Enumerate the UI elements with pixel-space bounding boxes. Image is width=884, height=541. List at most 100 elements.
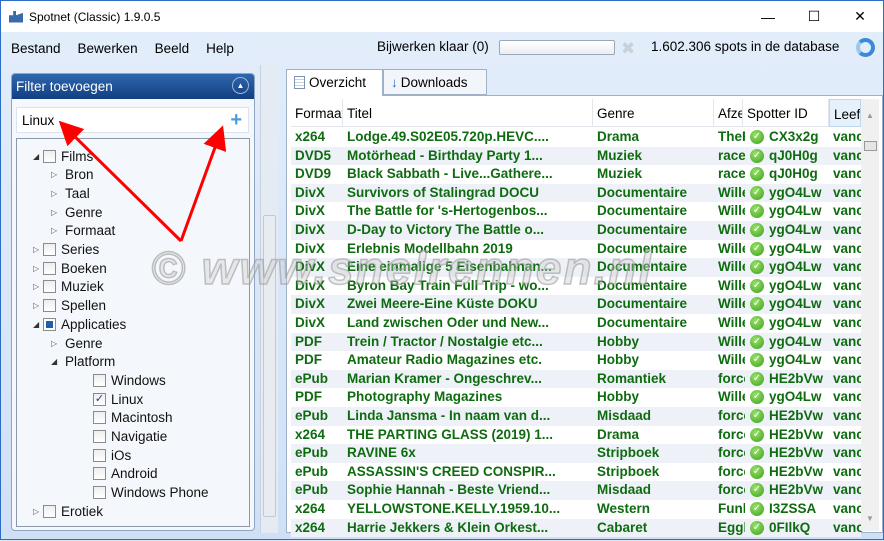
tree-checkbox[interactable] xyxy=(43,261,56,275)
maximize-button[interactable]: ☐ xyxy=(791,1,837,32)
table-row[interactable]: DivX Zwei Meere-Eine Küste DOKU Documentai… xyxy=(291,295,863,314)
expanded-triangle-icon[interactable]: ◢ xyxy=(51,357,61,366)
tree-checkbox[interactable] xyxy=(43,243,56,256)
menu-bestand[interactable]: Bestand xyxy=(1,41,68,56)
table-scrollbar[interactable]: ▲ ▼ xyxy=(861,99,879,531)
column-header-spotter-id[interactable]: Spotter ID xyxy=(743,99,829,127)
tree-item-taal[interactable]: ▷ Taal xyxy=(51,184,90,202)
tree-item-erotiek[interactable]: ▷ Erotiek xyxy=(33,502,103,520)
tree-checkbox[interactable]: ✓ xyxy=(93,392,106,406)
tree-item-formaat[interactable]: ▷ Formaat xyxy=(51,222,115,240)
tree-item-genre[interactable]: ▷ Genre xyxy=(51,334,103,352)
table-row[interactable]: DivX D-Day to Victory The Battle o... Docu… xyxy=(291,221,863,240)
tree-checkbox[interactable] xyxy=(43,149,56,163)
table-row[interactable]: x264 YELLOWSTONE.KELLY.1959.10... Western F… xyxy=(291,500,863,519)
tree-item-spellen[interactable]: ▷ Spellen xyxy=(33,297,106,315)
tree-item-macintosh[interactable]: Macintosh xyxy=(83,409,173,427)
minimize-button[interactable]: — xyxy=(745,1,791,32)
tree-item-navigatie[interactable]: Navigatie xyxy=(83,428,167,446)
collapsed-triangle-icon[interactable]: ▷ xyxy=(51,226,61,235)
expanded-triangle-icon[interactable]: ◢ xyxy=(33,320,43,329)
column-header-titel[interactable]: Titel xyxy=(343,99,593,127)
cell-sender: Wille xyxy=(718,296,745,312)
tab-overzicht[interactable]: Overzicht xyxy=(286,69,383,96)
cell-age: vanc xyxy=(833,315,863,330)
tree-item-films[interactable]: ◢ Films xyxy=(33,147,93,165)
collapse-icon[interactable]: ▲ xyxy=(232,77,249,94)
table-row[interactable]: PDF Trein / Tractor / Nostalgie etc... Hob… xyxy=(291,332,863,352)
scroll-up-icon[interactable]: ▲ xyxy=(866,111,874,120)
table-row[interactable]: x264 Lodge.49.S02E05.720p.HEVC.... Drama Th… xyxy=(291,128,863,147)
table-row[interactable]: ePub ASSASSIN'S CREED CONSPIR... Stripboek… xyxy=(291,463,863,482)
tree-item-muziek[interactable]: ▷ Muziek xyxy=(33,278,104,296)
collapsed-triangle-icon[interactable]: ▷ xyxy=(33,282,43,291)
tree-checkbox[interactable] xyxy=(93,430,106,443)
table-row[interactable]: ePub Marian Kramer - Ongeschrev... Romanti… xyxy=(291,369,863,389)
table-row[interactable]: DivX Land zwischen Oder und New... Documen… xyxy=(291,314,863,333)
table-row[interactable]: DivX Eine einmalige 5 Eisenbahnan... Docum… xyxy=(291,258,863,277)
tree-checkbox[interactable] xyxy=(43,299,56,313)
collapsed-triangle-icon[interactable]: ▷ xyxy=(51,189,61,198)
table-row[interactable]: DivX Erlebnis Modellbahn 2019 Documentaire… xyxy=(291,240,863,259)
column-header-genre[interactable]: Genre xyxy=(593,99,714,127)
table-row[interactable]: DivX Byron Bay Train Full Trip - wo... Doc… xyxy=(291,277,863,296)
collapsed-triangle-icon[interactable]: ▷ xyxy=(33,264,43,273)
scroll-down-icon[interactable]: ▼ xyxy=(866,514,874,523)
tree-item-linux[interactable]: ✓ Linux xyxy=(83,390,143,408)
add-filter-plus-icon[interactable]: + xyxy=(230,110,242,130)
tab-downloads[interactable]: ↓ Downloads xyxy=(383,69,487,95)
refresh-icon[interactable] xyxy=(856,38,875,57)
table-row[interactable]: DivX The Battle for 's-Hertogenbos... Docu… xyxy=(291,202,863,221)
tree-checkbox[interactable] xyxy=(93,448,106,462)
tree-checkbox[interactable] xyxy=(93,486,106,500)
tree-checkbox[interactable] xyxy=(43,280,56,294)
column-header-afzender[interactable]: Afzender xyxy=(714,99,743,127)
filter-input[interactable]: Linux + xyxy=(16,107,249,133)
tree-item-bron[interactable]: ▷ Bron xyxy=(51,166,94,184)
collapsed-triangle-icon[interactable]: ▷ xyxy=(33,507,43,516)
tree-item-windows[interactable]: Windows xyxy=(83,371,166,389)
cancel-update-icon[interactable]: ✖ xyxy=(621,39,635,59)
menu-help[interactable]: Help xyxy=(196,41,241,56)
expanded-triangle-icon[interactable]: ◢ xyxy=(33,152,43,161)
tree-item-android[interactable]: Android xyxy=(83,465,158,483)
tree-checkbox[interactable] xyxy=(93,373,106,387)
tree-item-windows-phone[interactable]: Windows Phone xyxy=(83,484,209,502)
table-row[interactable]: DVD5 Motörhead - Birthday Party 1... Muzie… xyxy=(291,146,863,166)
tree-item-genre[interactable]: ▷ Genre xyxy=(51,203,103,221)
column-header-formaat[interactable]: Formaat xyxy=(291,99,343,127)
table-row[interactable]: DivX Survivors of Stalingrad DOCU Document… xyxy=(291,183,863,203)
collapsed-triangle-icon[interactable]: ▷ xyxy=(51,170,61,179)
panel-scrollbar[interactable] xyxy=(260,65,278,533)
table-row[interactable]: x264 Harrie Jekkers & Klein Orkest... Caba… xyxy=(291,518,863,538)
column-header-leeftijd[interactable]: Leeftijd xyxy=(829,99,861,127)
tree-item-applicaties[interactable]: ◢ Applicaties xyxy=(33,315,126,333)
tree-checkbox[interactable] xyxy=(93,467,106,481)
collapsed-triangle-icon[interactable]: ▷ xyxy=(51,208,61,217)
table-row[interactable]: ePub RAVINE 6x Stripboek force HE2bVw vanc ✓ xyxy=(291,444,863,463)
collapsed-triangle-icon[interactable]: ▷ xyxy=(51,339,61,348)
collapsed-triangle-icon[interactable]: ▷ xyxy=(33,245,43,254)
cell-spotter-id: HE2bVw xyxy=(769,463,824,479)
cell-age: vanc xyxy=(833,426,863,442)
table-row[interactable]: PDF Photography Magazines Hobby Wille ygO4Lw… xyxy=(291,388,863,407)
table-row[interactable]: ePub Sophie Hannah - Beste Vriend... Misda… xyxy=(291,481,863,500)
tree-checkbox[interactable] xyxy=(93,411,106,425)
menu-bewerken[interactable]: Bewerken xyxy=(68,41,145,56)
tree-item-boeken[interactable]: ▷ Boeken xyxy=(33,259,107,277)
table-row[interactable]: ePub Linda Jansma - In naam van d... Misda… xyxy=(291,407,863,426)
tree-item-platform[interactable]: ◢ Platform xyxy=(51,353,115,371)
table-row[interactable]: PDF Amateur Radio Magazines etc. Hobby Will… xyxy=(291,351,863,370)
tree-item-label: Taal xyxy=(65,185,90,201)
table-row[interactable]: x264 THE PARTING GLASS (2019) 1... Drama fo… xyxy=(291,426,863,445)
scrollbar-thumb[interactable] xyxy=(864,141,877,151)
close-button[interactable]: ✕ xyxy=(837,1,883,32)
table-row[interactable]: DVD9 Black Sabbath - Live...Gathere... Muz… xyxy=(291,165,863,184)
menu-beeld[interactable]: Beeld xyxy=(145,41,197,56)
collapsed-triangle-icon[interactable]: ▷ xyxy=(33,301,43,310)
tree-item-series[interactable]: ▷ Series xyxy=(33,241,99,259)
tree-checkbox[interactable] xyxy=(43,317,56,331)
scrollbar-thumb[interactable] xyxy=(263,215,276,517)
tree-item-ios[interactable]: iOs xyxy=(83,446,131,464)
tree-checkbox[interactable] xyxy=(43,504,56,518)
